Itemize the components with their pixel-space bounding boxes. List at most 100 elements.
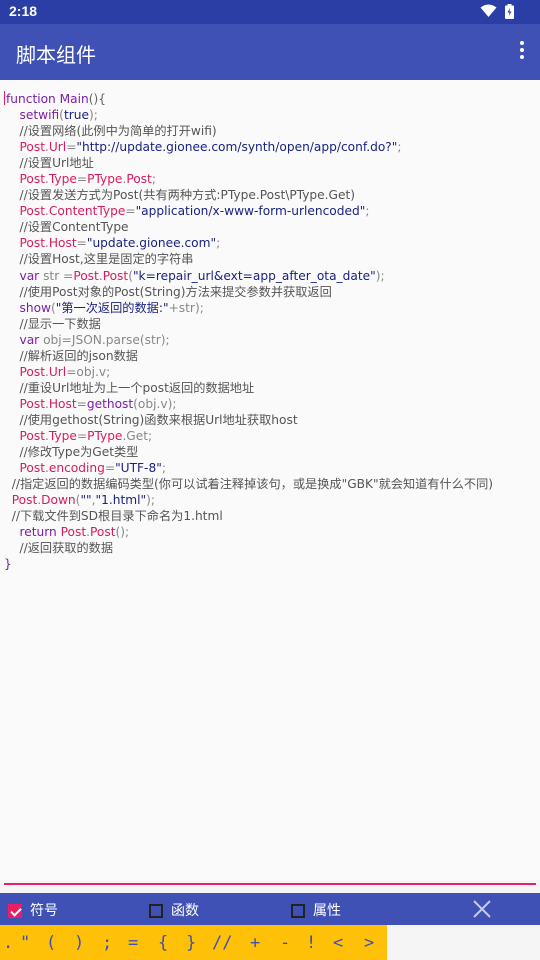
code-line: var str =Post.Post("k=repair_url&ext=app… — [4, 268, 536, 284]
code-line: Post.encoding="UTF-8"; — [4, 460, 536, 476]
code-token: Url — [48, 364, 67, 379]
code-token: var — [19, 268, 40, 283]
code-line: //指定返回的数据编码类型(你可以试着注释掉该句，或是换成"GBK"就会知道有什… — [4, 476, 536, 492]
code-line: //使用gethost(String)函数来根据Url地址获取host — [4, 412, 536, 428]
code-token: = — [76, 236, 87, 251]
symbol-key-minus[interactable]: - — [280, 933, 290, 953]
checkbox-icon[interactable] — [8, 904, 22, 918]
symbol-key-semicolon[interactable]: ; — [102, 933, 112, 953]
status-bar: 2:18 — [0, 0, 540, 24]
code-token: Post — [11, 493, 38, 508]
symbol-key-bang[interactable]: ! — [306, 933, 316, 953]
code-line: function Main(){ — [4, 91, 536, 107]
code-token: ; — [365, 204, 370, 219]
wifi-icon — [480, 4, 497, 17]
code-token: //下载文件到SD根目录下命名为1.html — [11, 509, 223, 524]
code-token: "UTF-8" — [115, 461, 162, 476]
code-token: "第一次返回的数据:" — [55, 300, 169, 315]
code-line: Post.ContentType="application/x-www-form… — [4, 203, 536, 219]
close-icon[interactable] — [472, 899, 492, 919]
code-token: Post — [126, 172, 152, 187]
code-text[interactable]: function Main(){ setwifi(true); //设置网络(此… — [4, 91, 536, 572]
code-token: show — [19, 300, 52, 315]
code-token: Post — [19, 461, 46, 476]
checkbox-icon[interactable] — [149, 904, 163, 918]
code-token: "update.gionee.com" — [86, 236, 217, 251]
symbol-key-equals[interactable]: = — [128, 933, 138, 953]
code-token: ; — [216, 236, 221, 251]
code-token: Post — [19, 428, 46, 443]
code-line: show("第一次返回的数据:"+str); — [4, 300, 536, 316]
code-token: =obj.v; — [66, 364, 111, 379]
code-token: "http://update.gionee.com/synth/open/app… — [76, 140, 398, 155]
code-line: //修改Type为Get类型 — [4, 444, 536, 460]
option-label: 函数 — [171, 903, 199, 919]
more-options-icon[interactable] — [518, 41, 526, 63]
code-token: Down — [41, 493, 76, 508]
code-token: "1.html" — [95, 493, 147, 508]
code-token: "" — [80, 493, 92, 508]
code-token: PType — [87, 172, 123, 187]
symbol-key-rparen[interactable]: ) — [74, 933, 84, 953]
option-label: 符号 — [30, 903, 58, 919]
code-line: //设置ContentType — [4, 219, 536, 235]
code-editor[interactable]: function Main(){ setwifi(true); //设置网络(此… — [0, 80, 540, 880]
code-token: Url — [48, 140, 67, 155]
option-symbols[interactable]: 符号 — [8, 900, 58, 919]
code-token: ; — [397, 140, 402, 155]
code-token: Post — [19, 172, 46, 187]
code-line: } — [4, 556, 536, 572]
code-token: //使用Post对象的Post(String)方法来提交参数并获取返回 — [19, 284, 332, 299]
option-functions[interactable]: 函数 — [149, 900, 199, 919]
symbol-key-plus[interactable]: + — [250, 933, 260, 953]
code-token: //设置Url地址 — [19, 156, 94, 171]
code-token: Post — [73, 268, 99, 283]
code-token: ); — [88, 108, 98, 123]
symbol-key-greater[interactable]: > — [364, 933, 374, 953]
code-line: Post.Url=obj.v; — [4, 364, 536, 380]
symbol-key-comment[interactable]: // — [212, 933, 232, 953]
symbol-key-less[interactable]: < — [333, 933, 343, 953]
code-line: Post.Down("","1.html"); — [4, 492, 536, 508]
code-token: //显示一下数据 — [19, 316, 101, 331]
symbol-key-quote[interactable]: " — [20, 933, 30, 953]
code-line: //解析返回的json数据 — [4, 348, 536, 364]
symbol-key-lparen[interactable]: ( — [46, 933, 56, 953]
code-token: obj=JSON.parse(str); — [39, 332, 170, 347]
symbol-key-dot[interactable]: . — [3, 933, 13, 953]
code-line: //返回获取的数据 — [4, 540, 536, 556]
code-token: //设置Host,这里是固定的字符串 — [19, 252, 194, 267]
code-token: = — [76, 172, 88, 187]
code-token: Host — [48, 236, 77, 251]
code-token: //返回获取的数据 — [19, 541, 114, 556]
code-token: "k=repair_url&ext=app_after_ota_date" — [132, 268, 376, 283]
code-line: //设置Host,这里是固定的字符串 — [4, 251, 536, 267]
symbol-key-rbrace[interactable]: } — [186, 933, 196, 953]
code-token: ContentType — [48, 204, 126, 219]
code-line: Post.Host="update.gionee.com"; — [4, 235, 536, 251]
code-line: //设置网络(此例中为简单的打开wifi) — [4, 123, 536, 139]
code-token: = — [76, 428, 88, 443]
symbol-key-lbrace[interactable]: { — [158, 933, 168, 953]
code-line: //设置Url地址 — [4, 155, 536, 171]
option-label: 属性 — [313, 903, 341, 919]
code-line: var obj=JSON.parse(str); — [4, 332, 536, 348]
code-token: Post — [19, 396, 46, 411]
option-properties[interactable]: 属性 — [291, 900, 341, 919]
code-token: ; — [161, 461, 166, 476]
checkbox-icon[interactable] — [291, 904, 305, 918]
